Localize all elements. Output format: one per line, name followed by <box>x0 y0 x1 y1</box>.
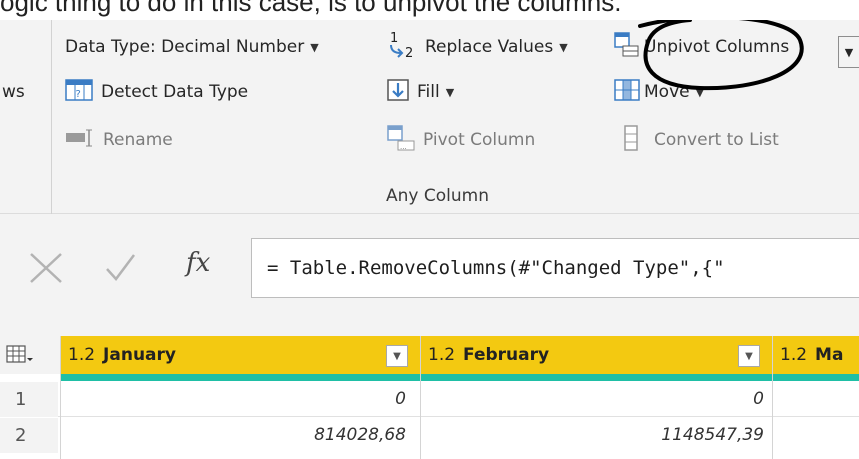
column-header-march[interactable]: 1.2 Ma <box>772 336 859 374</box>
table-cell[interactable]: 814028,68 <box>60 418 406 453</box>
column-name: January <box>103 345 176 365</box>
column-name: Ma <box>815 345 844 365</box>
type-indicator: 1.2 <box>428 345 456 365</box>
column-divider <box>772 336 773 459</box>
close-icon[interactable] <box>28 252 64 288</box>
fx-icon[interactable]: fx <box>186 248 210 278</box>
checkmark-icon[interactable] <box>104 252 136 288</box>
filter-dropdown-button[interactable]: ▼ <box>738 345 760 367</box>
type-indicator: 1.2 <box>68 345 96 365</box>
column-divider <box>420 336 421 459</box>
row-number: 2 <box>0 418 58 453</box>
table-menu-button[interactable] <box>0 336 60 374</box>
table-row[interactable]: 1 0 0 <box>0 382 859 417</box>
column-divider <box>60 336 61 459</box>
table-cell[interactable]: 1148547,39 <box>420 418 764 453</box>
caption-text-strip: ogic thing to do in this case, is to unp… <box>0 0 859 20</box>
hand-drawn-circle-annotation <box>638 20 804 91</box>
column-header-february[interactable]: 1.2 February ▼ <box>420 336 772 374</box>
formula-bar: fx = Table.RemoveColumns(#"Changed Type"… <box>0 214 859 336</box>
table-cell[interactable]: 0 <box>60 382 406 417</box>
column-quality-bar <box>60 374 859 381</box>
caption-text: ogic thing to do in this case, is to unp… <box>0 0 622 17</box>
column-name: February <box>463 345 550 365</box>
ribbon-transform-group: ws Data Type: Decimal Number ▼ ? Detect … <box>0 20 859 214</box>
table-cell[interactable]: 0 <box>420 382 764 417</box>
filter-dropdown-button[interactable]: ▼ <box>386 345 408 367</box>
table-row[interactable]: 2 814028,68 1148547,39 <box>0 418 859 453</box>
table-icon <box>6 345 34 369</box>
column-header-january[interactable]: 1.2 January ▼ <box>60 336 420 374</box>
data-grid: 1.2 January ▼ 1.2 February ▼ 1.2 Ma 1 0 0 2… <box>0 336 859 459</box>
formula-input[interactable]: = Table.RemoveColumns(#"Changed Type",{" <box>251 238 859 298</box>
type-indicator: 1.2 <box>780 345 808 365</box>
row-number: 1 <box>0 382 58 417</box>
